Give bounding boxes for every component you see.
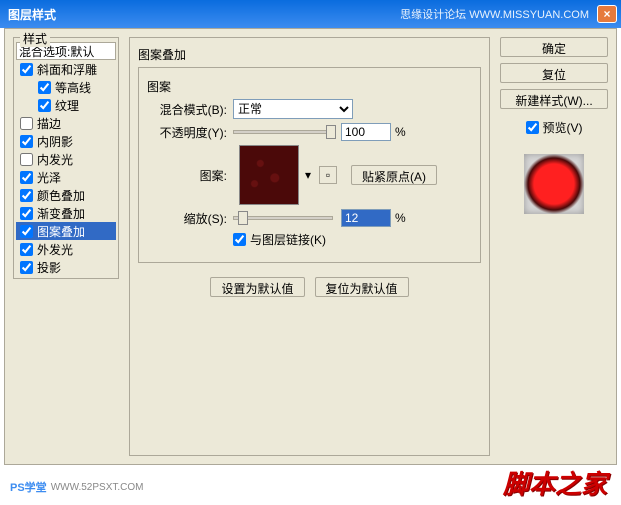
style-label: 斜面和浮雕: [37, 61, 97, 78]
style-checkbox[interactable]: [38, 81, 51, 94]
opacity-pct: %: [395, 125, 406, 139]
titlebar: 图层样式 思缘设计论坛 WWW.MISSYUAN.COM ×: [0, 0, 621, 28]
footer: PS学堂 WWW.52PSXT.COM 脚本之家: [0, 469, 621, 505]
style-item[interactable]: 光泽: [16, 168, 116, 186]
window-title: 图层样式: [8, 6, 400, 23]
style-checkbox[interactable]: [20, 117, 33, 130]
scale-slider[interactable]: [233, 216, 333, 220]
style-checkbox[interactable]: [20, 207, 33, 220]
footer-brand: PS学堂: [10, 479, 47, 495]
style-item[interactable]: 投影: [16, 258, 116, 276]
snap-origin-button[interactable]: 贴紧原点(A): [351, 165, 437, 185]
style-item[interactable]: 斜面和浮雕: [16, 60, 116, 78]
style-checkbox[interactable]: [20, 63, 33, 76]
new-pattern-button[interactable]: ▫: [319, 166, 337, 184]
preview-checkbox[interactable]: [526, 121, 539, 134]
overlay-fieldset: 图案叠加 图案 混合模式(B): 正常 不透明度(Y): % 图案:: [129, 37, 490, 456]
style-label: 图案叠加: [37, 223, 85, 240]
style-item[interactable]: 内阴影: [16, 132, 116, 150]
dialog-content: 样式 混合选项:默认 斜面和浮雕等高线纹理描边内阴影内发光光泽颜色叠加渐变叠加图…: [4, 28, 617, 465]
preview-swatch: [524, 154, 584, 214]
style-panel: 样式 混合选项:默认 斜面和浮雕等高线纹理描边内阴影内发光光泽颜色叠加渐变叠加图…: [13, 37, 119, 456]
blend-mode-row: 混合模式(B): 正常: [147, 99, 472, 119]
opacity-label: 不透明度(Y):: [147, 124, 227, 141]
style-checkbox[interactable]: [20, 153, 33, 166]
default-buttons-row: 设置为默认值 复位为默认值: [138, 277, 481, 297]
style-checkbox[interactable]: [20, 225, 33, 238]
style-checkbox[interactable]: [20, 261, 33, 274]
style-item[interactable]: 等高线: [16, 78, 116, 96]
main-panel: 图案叠加 图案 混合模式(B): 正常 不透明度(Y): % 图案:: [129, 37, 490, 456]
style-label: 投影: [37, 259, 61, 276]
opacity-input[interactable]: [341, 123, 391, 141]
link-row: 与图层链接(K): [233, 231, 472, 248]
style-item[interactable]: 渐变叠加: [16, 204, 116, 222]
style-item[interactable]: 纹理: [16, 96, 116, 114]
style-label: 内阴影: [37, 133, 73, 150]
style-label: 颜色叠加: [37, 187, 85, 204]
footer-logo: 脚本之家: [503, 464, 607, 501]
pattern-swatch[interactable]: [239, 145, 299, 205]
close-button[interactable]: ×: [597, 5, 617, 23]
style-label: 纹理: [55, 97, 79, 114]
link-layer-label: 与图层链接(K): [250, 231, 326, 248]
style-label: 等高线: [55, 79, 91, 96]
pattern-row: 图案: ▾ ▫ 贴紧原点(A): [147, 145, 472, 205]
styles-fieldset: 样式 混合选项:默认 斜面和浮雕等高线纹理描边内阴影内发光光泽颜色叠加渐变叠加图…: [13, 37, 119, 279]
overlay-legend: 图案叠加: [138, 46, 481, 63]
link-layer-checkbox[interactable]: [233, 233, 246, 246]
style-checkbox[interactable]: [20, 171, 33, 184]
pattern-label: 图案:: [147, 167, 227, 184]
styles-list: 混合选项:默认 斜面和浮雕等高线纹理描边内阴影内发光光泽颜色叠加渐变叠加图案叠加…: [16, 42, 116, 276]
style-item[interactable]: 描边: [16, 114, 116, 132]
right-panel: 确定 复位 新建样式(W)... 预览(V): [500, 37, 608, 456]
style-label: 渐变叠加: [37, 205, 85, 222]
style-item[interactable]: 外发光: [16, 240, 116, 258]
reset-button[interactable]: 复位: [500, 63, 608, 83]
style-item[interactable]: 内发光: [16, 150, 116, 168]
scale-pct: %: [395, 211, 406, 225]
reset-default-button[interactable]: 复位为默认值: [315, 277, 409, 297]
set-default-button[interactable]: 设置为默认值: [210, 277, 304, 297]
new-style-button[interactable]: 新建样式(W)...: [500, 89, 608, 109]
styles-legend: 样式: [20, 30, 50, 47]
style-item[interactable]: 颜色叠加: [16, 186, 116, 204]
style-checkbox[interactable]: [20, 135, 33, 148]
style-checkbox[interactable]: [38, 99, 51, 112]
scale-row: 缩放(S): %: [147, 209, 472, 227]
pattern-fieldset: 图案 混合模式(B): 正常 不透明度(Y): % 图案: ▾: [138, 67, 481, 263]
style-label: 描边: [37, 115, 61, 132]
chevron-down-icon[interactable]: ▾: [305, 168, 311, 182]
style-checkbox[interactable]: [20, 189, 33, 202]
footer-url: WWW.52PSXT.COM: [51, 482, 144, 493]
style-checkbox[interactable]: [20, 243, 33, 256]
blend-mode-select[interactable]: 正常: [233, 99, 353, 119]
scale-input[interactable]: [341, 209, 391, 227]
page-icon: ▫: [326, 168, 330, 182]
pattern-legend: 图案: [147, 78, 472, 95]
ok-button[interactable]: 确定: [500, 37, 608, 57]
opacity-slider[interactable]: [233, 130, 333, 134]
style-item[interactable]: 图案叠加: [16, 222, 116, 240]
blend-mode-label: 混合模式(B):: [147, 101, 227, 118]
style-label: 内发光: [37, 151, 73, 168]
opacity-row: 不透明度(Y): %: [147, 123, 472, 141]
style-label: 光泽: [37, 169, 61, 186]
scale-label: 缩放(S):: [147, 210, 227, 227]
style-label: 外发光: [37, 241, 73, 258]
preview-row: 预览(V): [500, 119, 608, 136]
titlebar-meta: 思缘设计论坛 WWW.MISSYUAN.COM: [400, 6, 589, 22]
preview-label: 预览(V): [543, 119, 583, 136]
